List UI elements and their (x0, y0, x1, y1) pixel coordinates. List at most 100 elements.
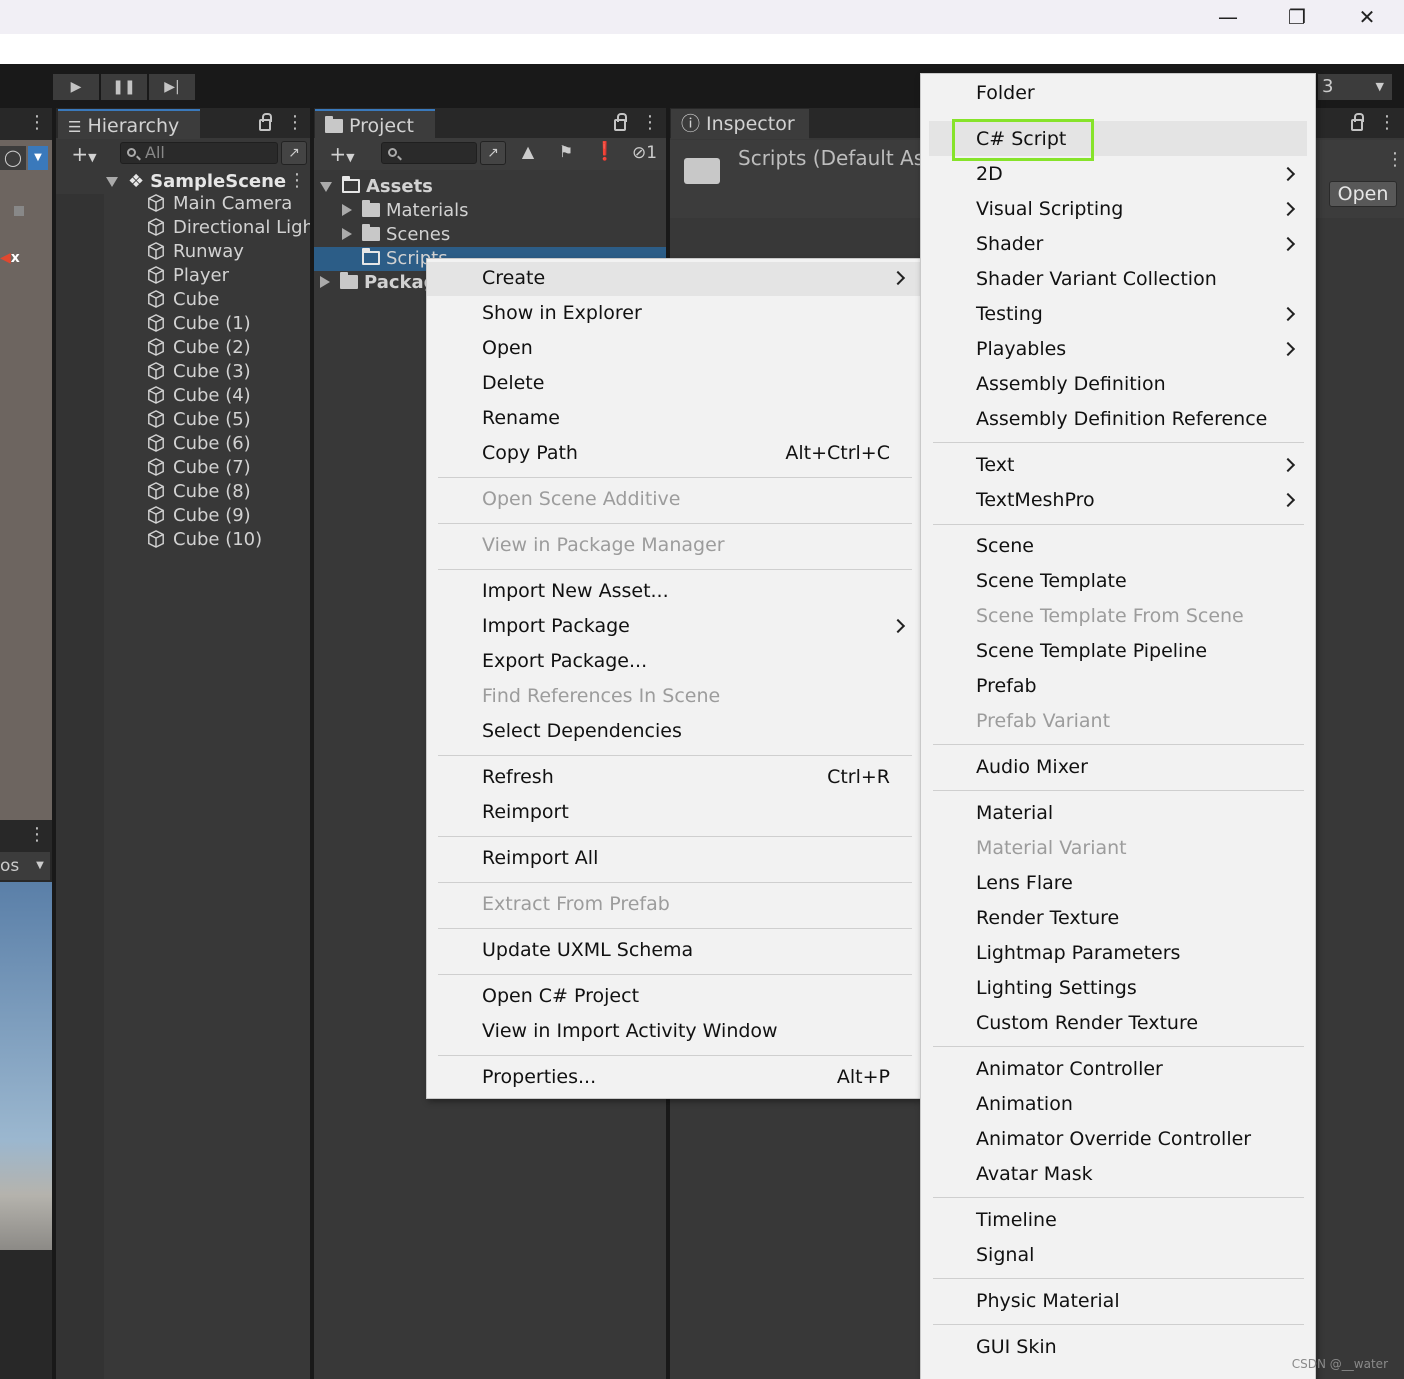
create-menu-item[interactable]: Animator Override Controller (976, 1122, 1251, 1157)
hierarchy-item[interactable]: Player (147, 264, 310, 288)
hierarchy-item[interactable]: Main Camera (147, 192, 310, 216)
create-menu-item[interactable]: GUI Skin (976, 1330, 1057, 1365)
inspector-lock-icon[interactable] (1351, 113, 1364, 131)
context-menu-item[interactable]: Create (482, 261, 545, 296)
context-menu-item[interactable]: Export Package... (482, 644, 647, 679)
create-menu-item[interactable]: Folder (976, 76, 1035, 111)
context-menu-item[interactable]: Rename (482, 401, 560, 436)
step-button[interactable]: ▶| (149, 74, 195, 100)
lock-icon[interactable] (259, 113, 272, 131)
create-menu-item[interactable]: Animation (976, 1087, 1073, 1122)
tab-project[interactable]: Project (315, 109, 435, 139)
hierarchy-item[interactable]: Cube (6) (147, 432, 310, 456)
create-menu-item[interactable]: 2D (976, 157, 1003, 192)
create-menu-item[interactable]: Signal (976, 1238, 1034, 1273)
hierarchy-item[interactable]: Cube (147, 288, 310, 312)
gizmos-toggle[interactable]: os (0, 852, 30, 880)
play-button[interactable]: ▶ (53, 74, 99, 100)
restore-icon[interactable]: ❐ (1262, 0, 1332, 34)
create-menu-item[interactable]: Assembly Definition (976, 367, 1166, 402)
hierarchy-item[interactable]: Runway (147, 240, 310, 264)
hierarchy-item[interactable]: Directional Ligh (147, 216, 310, 240)
context-menu-item[interactable]: Import Package (482, 609, 630, 644)
context-menu-item[interactable]: View in Import Activity Window (482, 1014, 778, 1049)
create-menu-item[interactable]: Physic Material (976, 1284, 1120, 1319)
context-menu-item[interactable]: Reimport All (482, 841, 598, 876)
create-menu-item[interactable]: Prefab (976, 669, 1037, 704)
context-menu-item[interactable]: Properties... (482, 1060, 596, 1095)
create-menu-item[interactable]: Lens Flare (976, 866, 1073, 901)
inspector-more-menu[interactable]: ⋮ (1378, 108, 1396, 138)
context-menu-item[interactable]: Select Dependencies (482, 714, 682, 749)
create-menu-item[interactable]: Shader (976, 227, 1043, 262)
hierarchy-item[interactable]: Cube (2) (147, 336, 310, 360)
tree-item-assets[interactable]: Assets (320, 175, 433, 199)
context-menu-item[interactable]: Reimport (482, 795, 569, 830)
search-scope-icon[interactable]: ↗ (480, 141, 506, 165)
create-menu-item[interactable]: Shader Variant Collection (976, 262, 1217, 297)
warning-icon[interactable]: ❗ (592, 141, 618, 165)
context-menu-item[interactable]: Delete (482, 366, 544, 401)
gizmo-dropdown[interactable]: ▼ (28, 146, 48, 170)
create-menu-item[interactable]: Visual Scripting (976, 192, 1123, 227)
pause-button[interactable]: ❚❚ (101, 74, 147, 100)
create-menu-item[interactable]: Scene (976, 529, 1034, 564)
minimize-icon[interactable]: — (1193, 0, 1263, 34)
create-menu-item[interactable]: Timeline (976, 1203, 1057, 1238)
hierarchy-item[interactable]: Cube (10) (147, 528, 310, 552)
inspector-header-more[interactable]: ⋮ (1386, 145, 1404, 175)
tab-hierarchy[interactable]: ☰ Hierarchy (58, 109, 200, 139)
context-menu-item[interactable]: Show in Explorer (482, 296, 642, 331)
hierarchy-more-menu[interactable]: ⋮ (286, 108, 304, 138)
context-menu-item[interactable]: Refresh (482, 760, 554, 795)
scene-visibility-icon[interactable]: ↗ (281, 141, 307, 165)
context-menu-item[interactable]: Import New Asset... (482, 574, 669, 609)
create-menu-item[interactable]: Custom Render Texture (976, 1006, 1198, 1041)
project-more-menu[interactable]: ⋮ (641, 108, 659, 138)
hierarchy-add-button[interactable]: +▼ (62, 142, 106, 170)
create-menu-item[interactable]: Audio Mixer (976, 750, 1088, 785)
create-menu-item[interactable]: Render Texture (976, 901, 1119, 936)
gizmo-toggle[interactable]: ◯ (0, 146, 26, 170)
hierarchy-item[interactable]: Cube (8) (147, 480, 310, 504)
create-menu-item[interactable]: Testing (976, 297, 1043, 332)
hierarchy-item[interactable]: Cube (7) (147, 456, 310, 480)
tab-inspector[interactable]: ⓘ Inspector (671, 109, 809, 139)
scene-more-menu[interactable]: ⋮ (28, 108, 46, 138)
create-menu-item[interactable]: Animator Controller (976, 1052, 1163, 1087)
create-menu-item[interactable]: TextMeshPro (976, 483, 1095, 518)
create-menu-item[interactable]: Lightmap Parameters (976, 936, 1180, 971)
layers-dropdown[interactable]: 3 ▼ (1318, 74, 1392, 100)
scene-root-item[interactable]: ❖ SampleScene (106, 170, 286, 194)
context-menu-item[interactable]: Open C# Project (482, 979, 639, 1014)
context-menu-item[interactable]: Update UXML Schema (482, 933, 693, 968)
create-menu-item[interactable]: Text (976, 448, 1014, 483)
tree-item-packages[interactable]: Packag (320, 271, 437, 295)
close-icon[interactable]: ✕ (1332, 0, 1402, 34)
context-menu-item[interactable]: Open (482, 331, 533, 366)
create-menu-item[interactable]: Scene Template Pipeline (976, 634, 1207, 669)
project-search-input[interactable] (381, 142, 477, 164)
context-menu-item[interactable]: Copy Path (482, 436, 578, 471)
hierarchy-search-input[interactable]: All (120, 142, 278, 164)
inspector-open-button[interactable]: Open (1329, 181, 1397, 207)
hierarchy-item[interactable]: Cube (9) (147, 504, 310, 528)
hierarchy-item[interactable]: Cube (4) (147, 384, 310, 408)
create-menu-item[interactable]: Assembly Definition Reference (976, 402, 1267, 437)
create-menu-item[interactable]: Lighting Settings (976, 971, 1137, 1006)
create-menu-item[interactable]: Scene Template (976, 564, 1127, 599)
project-lock-icon[interactable] (614, 113, 627, 131)
hidden-packages-toggle[interactable]: ⊘1 (632, 141, 657, 165)
gizmos-dropdown[interactable]: ▼ (30, 852, 50, 880)
create-menu-item[interactable]: Playables (976, 332, 1066, 367)
hierarchy-item[interactable]: Cube (3) (147, 360, 310, 384)
hierarchy-item[interactable]: Cube (1) (147, 312, 310, 336)
create-menu-item[interactable]: Material (976, 796, 1053, 831)
create-menu-item[interactable]: Avatar Mask (976, 1157, 1093, 1192)
filter-type-icon[interactable]: ▲ (515, 141, 541, 165)
filter-label-icon[interactable]: ⚑ (553, 141, 579, 165)
project-add-button[interactable]: +▼ (320, 142, 364, 170)
tree-item-scenes[interactable]: Scenes (342, 223, 450, 247)
game-more-menu[interactable]: ⋮ (28, 820, 46, 850)
tree-item-materials[interactable]: Materials (342, 199, 469, 223)
